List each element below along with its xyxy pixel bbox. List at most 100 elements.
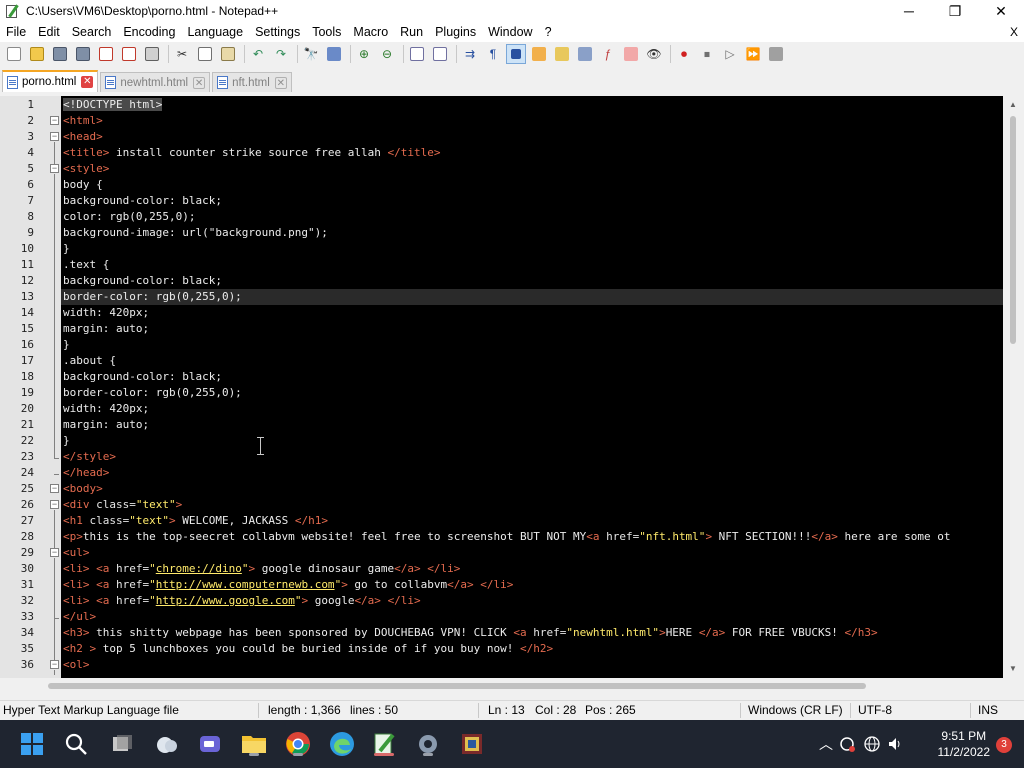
code-line[interactable]: .text { (61, 257, 1003, 273)
menu-language[interactable]: Language (181, 22, 249, 42)
code-line[interactable]: </style> (61, 449, 1003, 465)
redo-icon[interactable]: ↷ (271, 44, 291, 64)
save-all-icon[interactable] (73, 44, 93, 64)
tab-nft-html[interactable]: nft.html ✕ (212, 72, 292, 92)
code-line[interactable]: <body> (61, 481, 1003, 497)
code-line[interactable]: width: 420px; (61, 305, 1003, 321)
menu-window[interactable]: Window (482, 22, 538, 42)
code-line[interactable]: } (61, 241, 1003, 257)
code-line[interactable]: <title> install counter strike source fr… (61, 145, 1003, 161)
menu-encoding[interactable]: Encoding (117, 22, 181, 42)
undo-icon[interactable]: ↶ (248, 44, 268, 64)
fold-toggle-icon[interactable]: − (50, 548, 59, 557)
cut-icon[interactable]: ✂ (172, 44, 192, 64)
code-line[interactable]: <p>this is the top-seecret collabvm webs… (61, 529, 1003, 545)
code-line[interactable]: <!DOCTYPE html> (61, 97, 1003, 113)
zoom-out-icon[interactable]: ⊖ (377, 44, 397, 64)
sync-icon[interactable] (834, 735, 860, 753)
fold-toggle-icon[interactable]: − (50, 132, 59, 141)
save-macro-icon[interactable] (766, 44, 786, 64)
code-line[interactable]: } (61, 337, 1003, 353)
teams-chat-icon[interactable] (194, 728, 226, 760)
fold-toggle-icon[interactable]: − (50, 116, 59, 125)
tab-newhtml-html[interactable]: newhtml.html ✕ (100, 72, 211, 92)
code-line[interactable]: } (61, 433, 1003, 449)
sync-horizontal-icon[interactable] (430, 44, 450, 64)
code-line[interactable]: color: rgb(0,255,0); (61, 209, 1003, 225)
sync-vertical-icon[interactable] (407, 44, 427, 64)
menu-file[interactable]: File (0, 22, 32, 42)
notepadpp-taskbar-icon[interactable] (368, 728, 400, 760)
udl-icon[interactable] (529, 44, 549, 64)
code-line[interactable]: border-color: rgb(0,255,0); (61, 289, 1003, 305)
fold-toggle-icon[interactable]: − (50, 500, 59, 509)
open-file-icon[interactable] (27, 44, 47, 64)
maximize-button[interactable]: ❐ (932, 0, 978, 22)
code-line[interactable]: <h3> this shitty webpage has been sponso… (61, 625, 1003, 641)
code-line[interactable]: margin: auto; (61, 417, 1003, 433)
stop-macro-icon[interactable]: ⏹ (697, 44, 717, 64)
indent-guide-icon[interactable] (506, 44, 526, 64)
code-line[interactable]: <div class="text"> (61, 497, 1003, 513)
fold-toggle-icon[interactable]: − (50, 660, 59, 669)
task-view-icon[interactable] (106, 728, 138, 760)
menu-search[interactable]: Search (66, 22, 118, 42)
code-line[interactable]: <h2 > top 5 lunchboxes you could be buri… (61, 641, 1003, 657)
close-all-icon[interactable] (119, 44, 139, 64)
weather-widget-icon[interactable] (150, 728, 182, 760)
settings-gear-icon[interactable] (412, 728, 444, 760)
notification-badge[interactable]: 3 (996, 737, 1012, 753)
scroll-up-icon[interactable]: ▲ (1008, 100, 1018, 110)
status-eol[interactable]: Windows (CR LF) (748, 701, 843, 720)
code-area[interactable]: <!DOCTYPE html> <html> <head> <title> insta… (61, 96, 1003, 674)
doc-map-icon[interactable] (552, 44, 572, 64)
doc-list-icon[interactable] (575, 44, 595, 64)
menu-macro[interactable]: Macro (347, 22, 394, 42)
chevron-up-icon[interactable]: ︿ (818, 734, 834, 754)
horizontal-scrollbar[interactable] (0, 678, 1024, 694)
code-line[interactable]: background-image: url("background.png"); (61, 225, 1003, 241)
chrome-icon[interactable] (282, 728, 314, 760)
close-tab-icon[interactable]: ✕ (193, 76, 206, 89)
file-explorer-icon[interactable] (238, 728, 270, 760)
fold-toggle-icon[interactable]: − (50, 484, 59, 493)
code-line[interactable]: background-color: black; (61, 369, 1003, 385)
code-line[interactable]: <li> <a href="http://www.google.com"> go… (61, 593, 1003, 609)
print-icon[interactable] (142, 44, 162, 64)
find-icon[interactable]: 🔭 (301, 44, 321, 64)
monitoring-icon[interactable]: 👁 (644, 44, 664, 64)
search-icon[interactable] (60, 728, 92, 760)
code-line[interactable]: <ul> (61, 545, 1003, 561)
code-line[interactable]: </ul> (61, 609, 1003, 625)
code-line[interactable]: <html> (61, 113, 1003, 129)
menu-settings[interactable]: Settings (249, 22, 306, 42)
zoom-in-icon[interactable]: ⊕ (354, 44, 374, 64)
close-document-button[interactable]: X (1010, 22, 1018, 42)
scroll-down-icon[interactable]: ▼ (1008, 664, 1018, 674)
code-line[interactable]: <head> (61, 129, 1003, 145)
status-insert-mode[interactable]: INS (978, 701, 998, 720)
function-list-icon[interactable]: ƒ (598, 44, 618, 64)
code-line[interactable]: background-color: black; (61, 193, 1003, 209)
code-line[interactable]: <style> (61, 161, 1003, 177)
code-line[interactable]: background-color: black; (61, 273, 1003, 289)
folder-workspace-icon[interactable] (621, 44, 641, 64)
editor[interactable]: 1 2 3 4 5 6 7 8 9 10 11 12 13 14 15 16 17 18 19 20 21 22 23 24 2… (0, 96, 1024, 678)
horizontal-scroll-thumb[interactable] (48, 683, 866, 689)
menu-run[interactable]: Run (394, 22, 429, 42)
save-icon[interactable] (50, 44, 70, 64)
app-taskbar-icon[interactable] (456, 728, 488, 760)
run-macro-multiple-icon[interactable]: ⏩ (743, 44, 763, 64)
copy-icon[interactable] (195, 44, 215, 64)
code-line[interactable]: width: 420px; (61, 401, 1003, 417)
paste-icon[interactable] (218, 44, 238, 64)
word-wrap-icon[interactable]: ⇉ (460, 44, 480, 64)
menu-edit[interactable]: Edit (32, 22, 66, 42)
minimize-button[interactable]: ─ (886, 0, 932, 22)
vertical-scroll-thumb[interactable] (1010, 116, 1016, 344)
code-line[interactable]: <li> <a href="http://www.computernewb.co… (61, 577, 1003, 593)
close-tab-icon[interactable]: ✕ (81, 76, 94, 88)
code-line[interactable]: margin: auto; (61, 321, 1003, 337)
menu-plugins[interactable]: Plugins (429, 22, 482, 42)
code-line[interactable]: border-color: rgb(0,255,0); (61, 385, 1003, 401)
